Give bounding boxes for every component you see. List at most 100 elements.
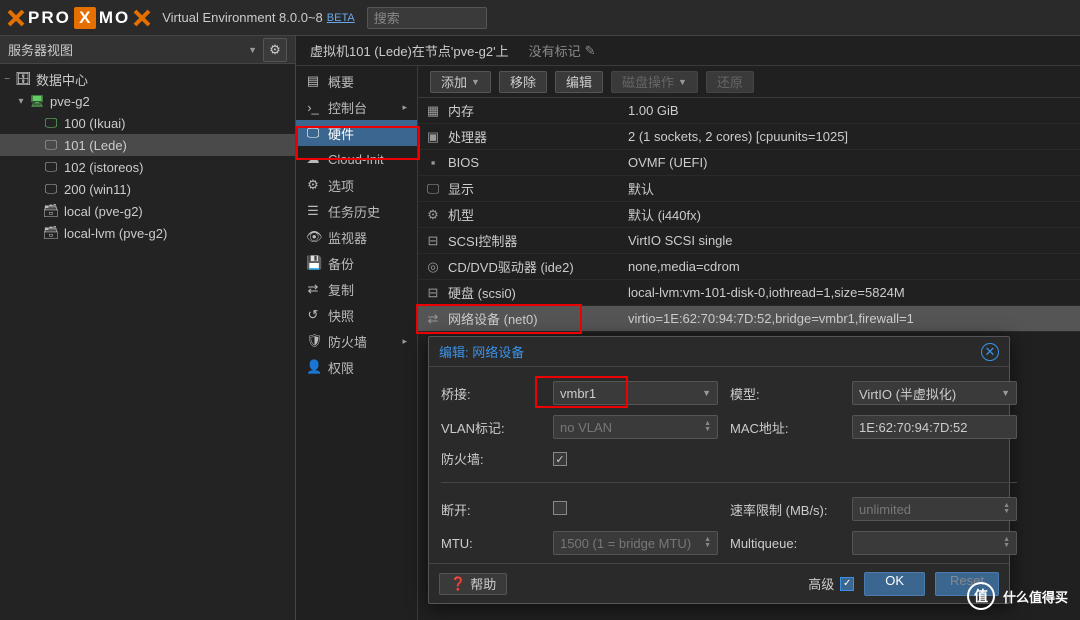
hw-row-net0[interactable]: ⇄网络设备 (net0)virtio=1E:62:70:94:7D:52,bri… (418, 306, 1080, 332)
advanced-toggle[interactable]: 高级 ✓ (808, 574, 854, 593)
advanced-checkbox[interactable]: ✓ (840, 577, 854, 591)
divider (441, 482, 1017, 483)
tree-vm-102[interactable]: 🖵 102 (istoreos) (0, 156, 295, 178)
hw-row-memory[interactable]: ▦内存1.00 GiB (418, 98, 1080, 124)
mtu-input[interactable]: 1500 (1 = bridge MTU)▲▼ (553, 531, 718, 555)
cloud-icon: ☁ (306, 151, 320, 167)
disconnect-label: 断开: (441, 500, 541, 519)
pencil-icon: ✎ (585, 43, 596, 59)
monitor-icon: 🖵 (42, 181, 60, 197)
submenu-monitor[interactable]: 👁监视器 (296, 224, 417, 250)
multiqueue-label: Multiqueue: (730, 536, 840, 551)
bridge-label: 桥接: (441, 384, 541, 403)
tree-vm-200[interactable]: 🖵 200 (win11) (0, 178, 295, 200)
logo-text-pre: PRO (28, 8, 71, 28)
product-version: Virtual Environment 8.0.0~8 (162, 10, 323, 25)
logo-x: X (74, 7, 96, 29)
settings-button[interactable]: ⚙ (263, 38, 287, 62)
tree-node[interactable]: ▾ 🖥 pve-g2 (0, 90, 295, 112)
retweet-icon: ⇄ (306, 281, 320, 297)
hw-row-cpu[interactable]: ▣处理器2 (1 sockets, 2 cores) [cpuunits=102… (418, 124, 1080, 150)
breadcrumb-title: 虚拟机101 (Lede)在节点'pve-g2'上 (310, 41, 509, 60)
vlan-input[interactable]: no VLAN▲▼ (553, 415, 718, 439)
tags-indicator[interactable]: 没有标记 ✎ (529, 41, 596, 60)
model-label: 模型: (730, 384, 840, 403)
disc-icon: ◎ (418, 259, 448, 275)
collapse-icon[interactable]: − (0, 74, 14, 85)
submenu-firewall[interactable]: 🛡防火墙▸ (296, 328, 417, 354)
eye-icon: 👁 (306, 229, 320, 245)
submenu-permissions[interactable]: 👤权限 (296, 354, 417, 380)
close-button[interactable]: ✕ (981, 343, 999, 361)
submenu-snapshot[interactable]: ↺快照 (296, 302, 417, 328)
dialog-header[interactable]: 编辑: 网络设备 ✕ (429, 337, 1009, 367)
submenu-options[interactable]: ⚙选项 (296, 172, 417, 198)
firewall-label: 防火墙: (441, 449, 541, 468)
search-input[interactable]: 搜索 (367, 7, 487, 29)
proxmox-logo: PRO X MO (6, 7, 152, 29)
hw-row-display[interactable]: 🖵显示默认 (418, 176, 1080, 202)
model-select[interactable]: VirtIO (半虚拟化)▼ (852, 381, 1017, 405)
view-selector[interactable]: 服务器视图 ▼ (8, 40, 257, 59)
tree-vm-100[interactable]: 🖵 100 (Ikuai) (0, 112, 295, 134)
disconnect-checkbox[interactable] (553, 501, 567, 515)
dialog-body: 桥接: vmbr1▼ 模型: VirtIO (半虚拟化)▼ VLAN标记: no… (429, 367, 1009, 563)
mac-input[interactable]: 1E:62:70:94:7D:52 (852, 415, 1017, 439)
bridge-select[interactable]: vmbr1▼ (553, 381, 718, 405)
question-icon: ❓ (450, 576, 466, 592)
submenu-summary[interactable]: ▤概要 (296, 68, 417, 94)
ok-button[interactable]: OK (864, 572, 925, 596)
logo-text-post: MO (99, 8, 130, 28)
multiqueue-input[interactable]: ▲▼ (852, 531, 1017, 555)
tree-storage-local[interactable]: 🗃 local (pve-g2) (0, 200, 295, 222)
resource-tree-panel: 服务器视图 ▼ ⚙ − 🗄 数据中心 ▾ 🖥 pve-g2 🖵 100 (Iku… (0, 36, 296, 620)
beta-badge[interactable]: BETA (327, 12, 355, 24)
edit-network-dialog: 编辑: 网络设备 ✕ 桥接: vmbr1▼ 模型: VirtIO (半虚拟化)▼… (428, 336, 1010, 604)
rate-input[interactable]: unlimited▲▼ (852, 497, 1017, 521)
help-button[interactable]: ❓帮助 (439, 573, 507, 595)
tree-datacenter[interactable]: − 🗄 数据中心 (0, 68, 295, 90)
save-icon: 💾 (306, 255, 320, 271)
hw-row-scsi[interactable]: ⊟SCSI控制器VirtIO SCSI single (418, 228, 1080, 254)
tree-vm-101[interactable]: 🖵 101 (Lede) (0, 134, 295, 156)
hardware-toolbar: 添加▼ 移除 编辑 磁盘操作▼ 还原 (418, 66, 1080, 98)
spinner-icon[interactable]: ▲▼ (1003, 503, 1010, 515)
edit-button[interactable]: 编辑 (555, 71, 603, 93)
chevron-right-icon: ▸ (402, 102, 407, 113)
spinner-icon[interactable]: ▲▼ (704, 421, 711, 433)
spinner-icon[interactable]: ▲▼ (1003, 537, 1010, 549)
collapse-icon[interactable]: ▾ (14, 96, 28, 107)
revert-button[interactable]: 还原 (706, 71, 754, 93)
submenu-replicate[interactable]: ⇄复制 (296, 276, 417, 302)
logo-x2-icon (132, 8, 152, 28)
firewall-checkbox[interactable]: ✓ (553, 452, 567, 466)
disk-action-button[interactable]: 磁盘操作▼ (611, 71, 698, 93)
hw-row-disk[interactable]: ⊟硬盘 (scsi0)local-lvm:vm-101-disk-0,iothr… (418, 280, 1080, 306)
submenu-hardware[interactable]: 🖵硬件 (296, 120, 417, 146)
history-icon: ↺ (306, 307, 320, 323)
chevron-down-icon: ▼ (702, 388, 711, 398)
rate-label: 速率限制 (MB/s): (730, 500, 840, 519)
submenu-taskhistory[interactable]: ☰任务历史 (296, 198, 417, 224)
mac-label: MAC地址: (730, 418, 840, 437)
close-icon: ✕ (985, 344, 996, 360)
tree-storage-local-lvm[interactable]: 🗃 local-lvm (pve-g2) (0, 222, 295, 244)
hw-row-cdrom[interactable]: ◎CD/DVD驱动器 (ide2)none,media=cdrom (418, 254, 1080, 280)
tree-label: 100 (Ikuai) (64, 116, 125, 131)
submenu-backup[interactable]: 💾备份 (296, 250, 417, 276)
hw-row-machine[interactable]: ⚙机型默认 (i440fx) (418, 202, 1080, 228)
tree-label: pve-g2 (50, 94, 90, 109)
tree-label: 数据中心 (36, 70, 88, 89)
submenu-console[interactable]: ›_控制台▸ (296, 94, 417, 120)
monitor-icon: 🖵 (42, 159, 60, 175)
add-button[interactable]: 添加▼ (430, 71, 491, 93)
remove-button[interactable]: 移除 (499, 71, 547, 93)
submenu-cloudinit[interactable]: ☁Cloud-Init (296, 146, 417, 172)
chevron-right-icon: ▸ (402, 336, 407, 347)
view-label: 服务器视图 (8, 40, 73, 59)
tree-view-header: 服务器视图 ▼ ⚙ (0, 36, 295, 64)
user-icon: 👤 (306, 359, 320, 375)
hw-row-bios[interactable]: ▪BIOSOVMF (UEFI) (418, 150, 1080, 176)
spinner-icon[interactable]: ▲▼ (704, 537, 711, 549)
monitor-icon: 🖵 (42, 115, 60, 131)
